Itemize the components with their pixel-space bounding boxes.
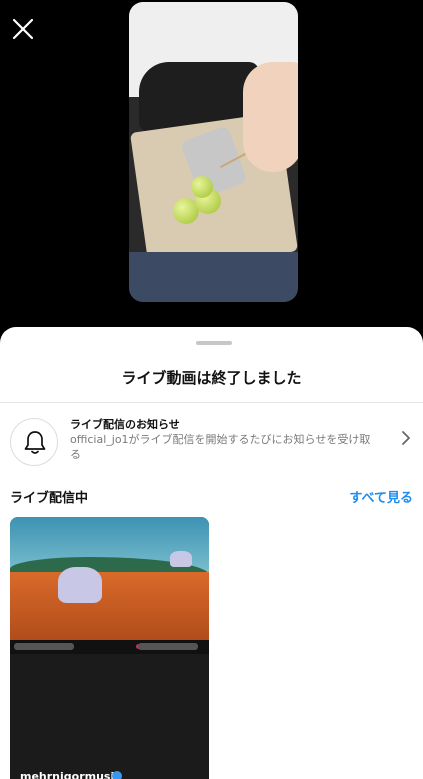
live-notification-row[interactable]: ライブ配信のお知らせ official_jo1がライブ配信を開始するたびにお知ら… [0, 412, 423, 468]
bottom-sheet: ライブ動画は終了しました ライブ配信のお知らせ official_jo1がライブ… [0, 327, 423, 779]
live-now-label: ライブ配信中 [10, 491, 89, 506]
close-icon [12, 18, 34, 40]
notification-description: official_jo1がライブ配信を開始するたびにお知らせを受け取る [70, 433, 371, 461]
close-button[interactable] [10, 16, 36, 42]
notification-title: ライブ配信のお知らせ [70, 418, 180, 431]
live-card[interactable] [10, 517, 209, 779]
live-card-username[interactable]: mehrnigormusic [20, 770, 121, 779]
bell-icon-circle [10, 418, 58, 466]
bell-icon [24, 431, 46, 454]
verified-icon [112, 771, 122, 779]
see-all-link[interactable]: すべて見る [349, 487, 413, 506]
ended-live-preview [129, 2, 298, 302]
sheet-drag-handle[interactable] [196, 341, 232, 345]
chevron-right-icon [402, 431, 410, 445]
sheet-title: ライブ動画は終了しました [121, 369, 302, 387]
divider [0, 402, 423, 403]
